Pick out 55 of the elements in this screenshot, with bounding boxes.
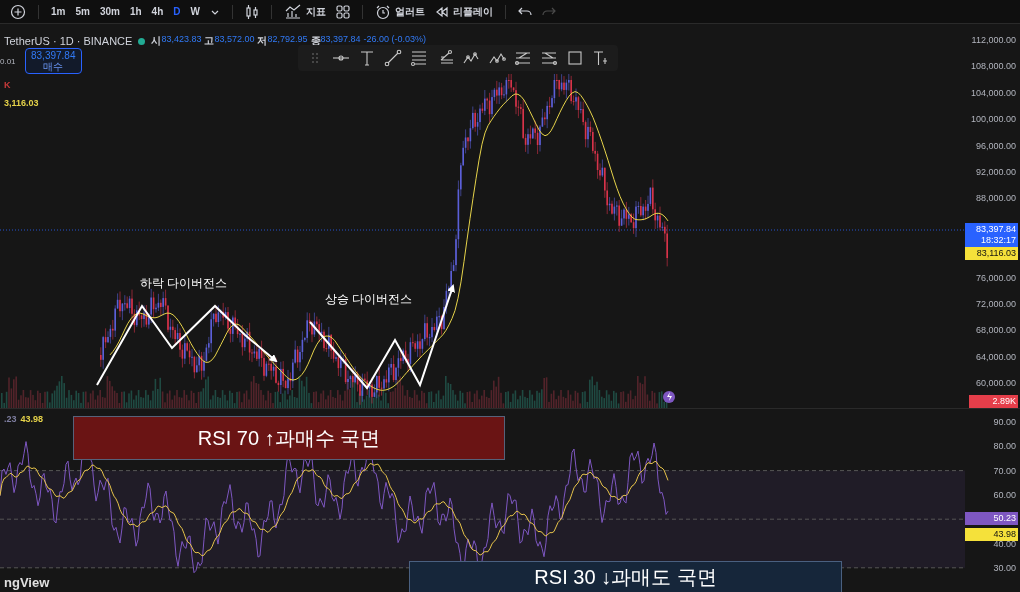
axis-label: 64,000.00 bbox=[975, 351, 1016, 362]
ohlc-label: 고 bbox=[204, 34, 215, 48]
timeframe-button[interactable]: 30m bbox=[95, 4, 124, 19]
axis-label: 40.00 bbox=[993, 538, 1016, 549]
ohlc-label: 종 bbox=[310, 34, 321, 48]
rsi-value-label: 50.23 bbox=[965, 512, 1018, 526]
volume-label: 2.89K bbox=[969, 395, 1018, 408]
rsi-value: .23 bbox=[4, 414, 17, 424]
callout-label: RSI 70 ↑과매수 국면 bbox=[73, 416, 505, 460]
ohlc-label: 시 bbox=[151, 34, 162, 48]
last-price: 83,397.84 bbox=[974, 224, 1016, 235]
timeframe-button[interactable]: W bbox=[186, 4, 204, 19]
ohlc-value: 83,397.84 bbox=[320, 34, 361, 44]
timeframe-button[interactable]: 1m bbox=[47, 4, 70, 19]
symbol-title: TetherUS · 1D · BINANCE bbox=[4, 35, 133, 47]
axis-label: 112,000.00 bbox=[971, 35, 1016, 45]
axis-label: 60,000.00 bbox=[975, 378, 1016, 389]
alert-button[interactable]: 얼러트 bbox=[370, 1, 429, 22]
axis-label: 88,000.00 bbox=[975, 193, 1016, 204]
logo-text: ngView bbox=[4, 575, 50, 590]
rsi-average-label: 43.98 bbox=[965, 527, 1018, 541]
buy-button[interactable]: 83,397.84 매수 bbox=[25, 48, 82, 74]
moving-average-price-label: 83,116.03 bbox=[965, 247, 1018, 260]
ohlc-value: 83,423.83 bbox=[161, 34, 202, 46]
indicators-button[interactable]: 지표 bbox=[279, 1, 330, 22]
axis-label: 70.00 bbox=[993, 465, 1016, 476]
timeframe-button[interactable]: 1h bbox=[125, 4, 146, 19]
ohlc-value: 83,572.00 bbox=[214, 34, 255, 47]
timeframe-button[interactable]: 4h bbox=[147, 4, 168, 19]
axis-label: 92,000.00 bbox=[975, 167, 1016, 177]
timeframe-button[interactable]: D bbox=[169, 4, 185, 19]
ohlc-label: 저 bbox=[257, 34, 268, 48]
replay-button[interactable]: 리플레이 bbox=[430, 2, 497, 21]
timeframe-button[interactable]: 5m bbox=[71, 4, 94, 19]
ohlc-value: 82,792.95 bbox=[267, 34, 308, 46]
annotation-text: 하락 다이버전스 bbox=[140, 275, 228, 292]
axis-label: 90.00 bbox=[993, 417, 1016, 427]
spread-value: 0.01 bbox=[0, 57, 16, 66]
callout-label: RSI 30 ↓과매도 국면 bbox=[409, 561, 842, 592]
axis-label: 96,000.00 bbox=[975, 140, 1016, 151]
moving-average-value: 3,116.03 bbox=[4, 98, 39, 108]
axis-label: 76,000.00 bbox=[975, 272, 1016, 283]
countdown-timer: 18:32:17 bbox=[979, 235, 1016, 246]
axis-label: 60.00 bbox=[993, 489, 1016, 500]
annotation-text: 상승 다이버전스 bbox=[325, 291, 413, 308]
volume-value: K bbox=[4, 80, 11, 90]
axis-label: 68,000.00 bbox=[975, 325, 1016, 336]
axis-label: 100,000.00 bbox=[970, 114, 1016, 125]
axis-label: 30.00 bbox=[993, 562, 1016, 573]
axis-label: 80.00 bbox=[993, 441, 1016, 452]
axis-label: 72,000.00 bbox=[975, 299, 1016, 309]
price-change: -26.00 (-0.03%) bbox=[363, 34, 427, 46]
axis-label: 104,000.00 bbox=[970, 87, 1016, 98]
axis-label: 108,000.00 bbox=[970, 61, 1016, 72]
rsi-average-value: 43.98 bbox=[20, 414, 44, 424]
